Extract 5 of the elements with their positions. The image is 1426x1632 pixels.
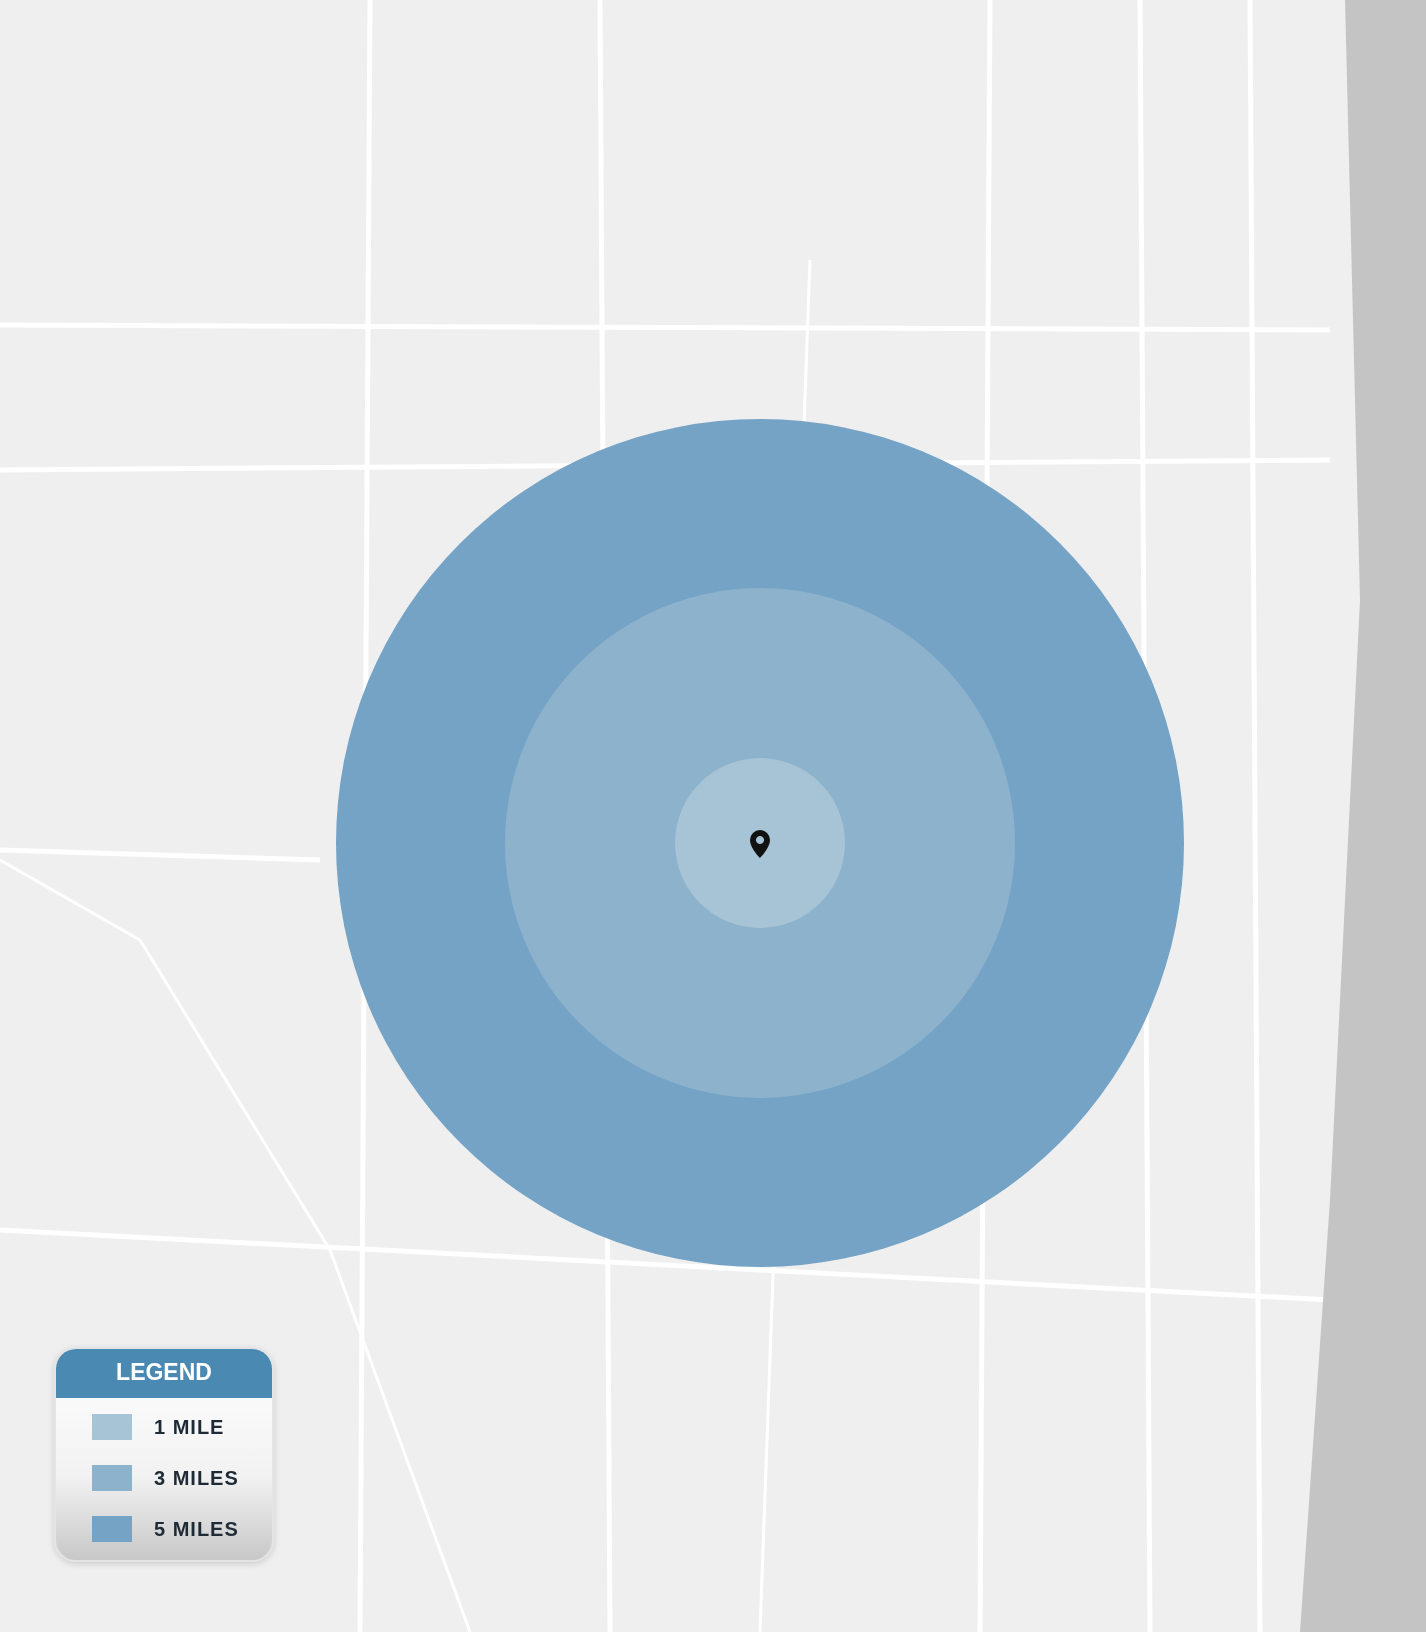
legend-label: 3 MILES [154, 1466, 239, 1490]
legend-label: 5 MILES [154, 1517, 239, 1541]
legend-label: 1 MILE [154, 1415, 225, 1439]
legend-title: LEGEND [56, 1349, 272, 1398]
map-pin-icon[interactable] [750, 830, 770, 858]
